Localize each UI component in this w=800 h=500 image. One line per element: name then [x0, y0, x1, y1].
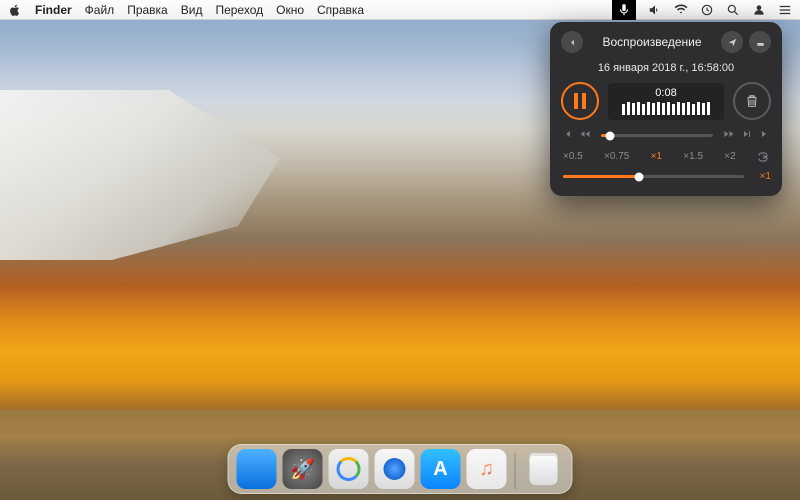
menu-help[interactable]: Справка — [317, 3, 364, 17]
wifi-icon[interactable] — [674, 3, 688, 17]
dock-divider — [515, 453, 516, 489]
play-adjacent-button[interactable] — [741, 128, 753, 143]
rewind-button[interactable] — [579, 128, 591, 143]
menu-edit[interactable]: Правка — [127, 3, 168, 17]
spotlight-icon[interactable] — [726, 3, 740, 17]
skip-start-button[interactable] — [561, 128, 573, 143]
speed-2[interactable]: ×2 — [724, 151, 735, 166]
volume-icon[interactable] — [648, 3, 662, 17]
pause-button[interactable] — [561, 82, 599, 120]
mic-status-icon[interactable] — [612, 0, 636, 20]
dock-itunes[interactable] — [467, 449, 507, 489]
export-button[interactable] — [749, 31, 771, 53]
apple-menu[interactable] — [8, 3, 22, 17]
menu-file[interactable]: Файл — [85, 3, 115, 17]
speed-1.5[interactable]: ×1.5 — [683, 151, 703, 166]
share-button[interactable] — [721, 31, 743, 53]
dock-trash[interactable] — [524, 449, 564, 489]
level-bars — [614, 102, 718, 115]
dock-appstore[interactable] — [421, 449, 461, 489]
speed-labels: ×0.5 ×0.75 ×1 ×1.5 ×2 — [561, 151, 771, 166]
forward-button[interactable] — [723, 128, 735, 143]
dock-maps[interactable] — [329, 449, 369, 489]
delete-button[interactable] — [733, 82, 771, 120]
back-button[interactable] — [561, 31, 583, 53]
menubar: Finder Файл Правка Вид Переход Окно Спра… — [0, 0, 800, 20]
notifications-icon[interactable] — [778, 3, 792, 17]
user-icon[interactable] — [752, 3, 766, 17]
elapsed-time: 0:08 — [614, 87, 718, 99]
dock-launchpad[interactable]: 🚀 — [283, 449, 323, 489]
dock: 🚀 — [228, 444, 573, 494]
playback-panel: Воспроизведение 16 января 2018 г., 16:58… — [550, 22, 782, 196]
panel-title: Воспроизведение — [589, 35, 715, 49]
menu-view[interactable]: Вид — [181, 3, 203, 17]
dock-finder[interactable] — [237, 449, 277, 489]
menu-go[interactable]: Переход — [215, 3, 263, 17]
desktop-wallpaper: Finder Файл Правка Вид Переход Окно Спра… — [0, 0, 800, 500]
loop-icon[interactable] — [757, 151, 769, 166]
app-name[interactable]: Finder — [35, 3, 72, 17]
progress-slider[interactable] — [601, 134, 713, 137]
dock-safari[interactable] — [375, 449, 415, 489]
speed-slider[interactable] — [563, 175, 744, 178]
menu-window[interactable]: Окно — [276, 3, 304, 17]
recording-date: 16 января 2018 г., 16:58:00 — [561, 62, 771, 74]
skip-end-button[interactable] — [759, 128, 771, 143]
level-meter: 0:08 — [608, 83, 724, 120]
speed-0.5[interactable]: ×0.5 — [563, 151, 583, 166]
speed-reset-button[interactable]: ×1 — [760, 171, 771, 182]
speed-0.75[interactable]: ×0.75 — [604, 151, 629, 166]
speed-1[interactable]: ×1 — [651, 151, 662, 166]
timemachine-icon[interactable] — [700, 3, 714, 17]
